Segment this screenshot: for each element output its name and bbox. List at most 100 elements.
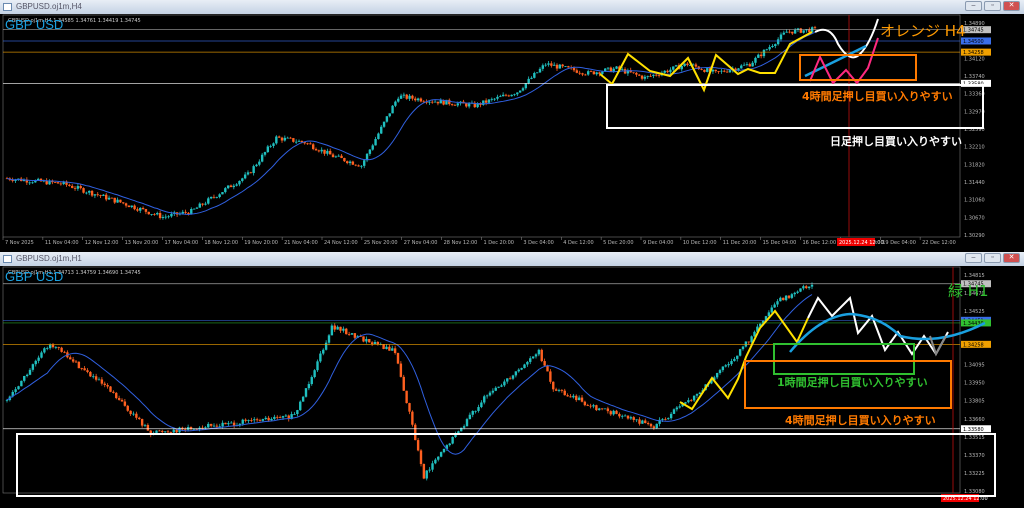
- candle-body: [439, 452, 443, 457]
- candle-body: [283, 137, 287, 141]
- time-axis-label: 1 Dec 20:00: [484, 240, 514, 246]
- candle-body: [566, 395, 569, 397]
- candle-body: [516, 92, 519, 95]
- candle-body: [238, 180, 241, 185]
- candle-body: [347, 334, 351, 335]
- candle-body: [736, 355, 739, 359]
- candle-body: [306, 143, 309, 145]
- minimize-button[interactable]: –: [965, 1, 982, 11]
- candle-body: [243, 174, 247, 179]
- candle-body: [371, 145, 374, 150]
- time-axis-label: 24 Nov 12:00: [324, 240, 358, 246]
- candle-body: [93, 194, 97, 196]
- candle-body: [324, 342, 328, 350]
- candle-body: [161, 430, 164, 432]
- candle-body: [362, 336, 365, 342]
- candle-body: [5, 399, 9, 401]
- candle-body: [497, 386, 500, 388]
- candle-body: [129, 410, 132, 415]
- candle-body: [799, 288, 802, 292]
- candle-body: [68, 184, 71, 186]
- candle-body: [765, 49, 769, 51]
- h4-timeframe-label: オレンジ H4: [880, 22, 966, 40]
- candle-body: [558, 64, 562, 69]
- candle-body: [252, 166, 255, 174]
- candle-body: [380, 126, 383, 134]
- candle-body: [330, 325, 334, 336]
- candle-body: [793, 292, 796, 295]
- candle-body: [411, 95, 414, 99]
- candle-body: [212, 425, 216, 427]
- candle-body: [284, 415, 288, 417]
- candle-body: [293, 414, 296, 415]
- candle-body: [810, 284, 814, 287]
- candle-body: [59, 183, 63, 185]
- candle-body: [155, 430, 158, 433]
- candle-body: [580, 397, 584, 402]
- candle-body: [94, 376, 98, 380]
- candle-body: [474, 410, 477, 412]
- candle-body: [724, 365, 727, 367]
- candle-body: [779, 297, 782, 302]
- cursor-time-label: 2025.12.24 12:00: [839, 240, 884, 246]
- candle-body: [694, 64, 698, 67]
- candle-body: [360, 165, 363, 167]
- h1-window-titlebar[interactable]: GBPUSD.oj1m,H1 – ▫ ✕: [0, 252, 1024, 266]
- candle-body: [652, 74, 655, 76]
- candle-body: [567, 66, 570, 68]
- h4-window-titlebar[interactable]: GBPUSD.oj1m,H4 – ▫ ✕: [0, 0, 1024, 14]
- candle-body: [669, 413, 673, 419]
- candle-body: [181, 211, 184, 214]
- candle-body: [207, 198, 210, 204]
- candle-body: [92, 376, 95, 378]
- price-marker-label: 1.33580: [963, 427, 984, 433]
- candle-body: [741, 346, 745, 350]
- candle-body: [663, 70, 666, 73]
- h1-chart[interactable]: 1.348151.346701.345251.340951.339501.338…: [0, 266, 1024, 508]
- candle-body: [192, 208, 196, 210]
- time-axis-label: 18 Nov 12:00: [204, 240, 238, 246]
- candle-body: [431, 101, 434, 103]
- candle-body: [796, 291, 799, 293]
- candle-body: [507, 95, 511, 97]
- maximize-button[interactable]: ▫: [984, 253, 1001, 263]
- candle-body: [140, 419, 144, 426]
- candle-body: [720, 70, 723, 72]
- price-axis-label: 1.34120: [964, 56, 985, 62]
- close-button[interactable]: ✕: [1003, 1, 1020, 11]
- candle-body: [281, 416, 285, 418]
- candle-body: [552, 381, 555, 390]
- candle-body: [310, 377, 313, 385]
- candle-body: [353, 333, 357, 338]
- candle-body: [748, 64, 751, 67]
- candle-body: [557, 390, 561, 391]
- candle-body: [336, 326, 339, 330]
- candle-body: [721, 366, 725, 371]
- candle-body: [339, 326, 342, 331]
- minimize-button[interactable]: –: [965, 253, 982, 263]
- candle-body: [399, 363, 403, 377]
- candle-body: [82, 188, 85, 193]
- time-axis-label: 4 Dec 12:00: [563, 240, 593, 246]
- maximize-button[interactable]: ▫: [984, 1, 1001, 11]
- candle-body: [309, 143, 312, 145]
- h4-chart[interactable]: 1.348901.341201.337401.333601.329701.325…: [0, 14, 1024, 252]
- candle-body: [85, 192, 88, 194]
- candle-body: [774, 44, 777, 46]
- candle-body: [666, 70, 669, 73]
- candle-body: [544, 64, 547, 66]
- candle-body: [541, 65, 545, 69]
- candle-body: [768, 47, 771, 50]
- candle-body: [657, 75, 661, 77]
- time-axis-label: 22 Dec 12:00: [922, 240, 956, 246]
- candle-body: [221, 192, 224, 195]
- candle-body: [703, 69, 706, 72]
- candle-body: [644, 420, 647, 424]
- candle-body: [363, 160, 366, 166]
- close-button[interactable]: ✕: [1003, 253, 1020, 263]
- candle-body: [725, 71, 729, 73]
- candle-body: [301, 396, 305, 402]
- candle-body: [124, 203, 128, 206]
- candle-body: [334, 156, 338, 158]
- candle-body: [754, 57, 757, 63]
